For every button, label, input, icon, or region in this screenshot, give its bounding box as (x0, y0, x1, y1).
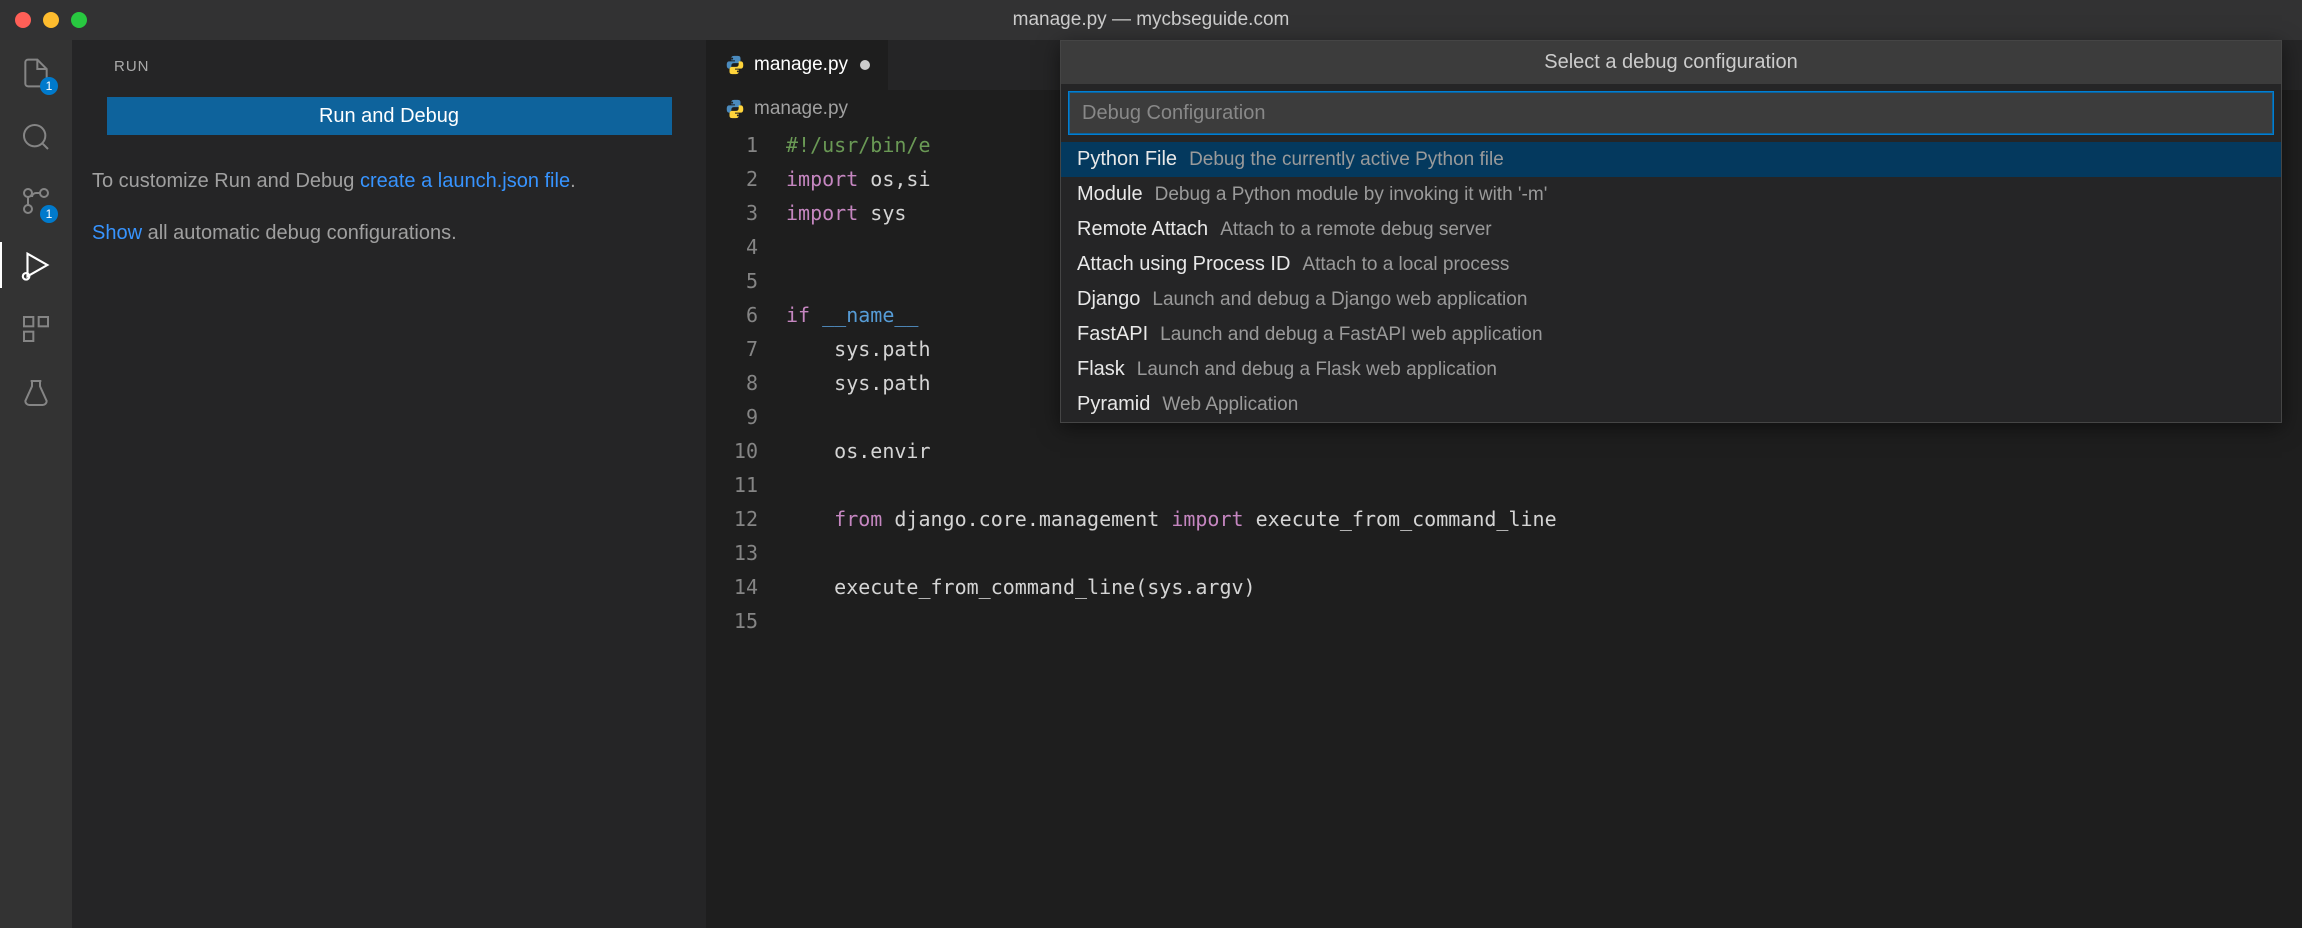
customize-suffix: . (570, 170, 576, 192)
quickpick-item-label: Attach using Process ID (1077, 253, 1290, 276)
quickpick-item-label: Module (1077, 183, 1143, 206)
quickpick-item-label: Pyramid (1077, 393, 1150, 416)
debug-config-picker: Select a debug configuration Python File… (1060, 40, 2282, 423)
window-controls (15, 12, 87, 28)
quickpick-item-desc: Debug the currently active Python file (1189, 149, 1504, 171)
explorer-icon[interactable]: 1 (18, 55, 54, 91)
extensions-icon[interactable] (18, 311, 54, 347)
tab-label: manage.py (754, 54, 848, 76)
show-suffix: all automatic debug configurations. (142, 222, 457, 244)
quickpick-item-desc: Launch and debug a Django web applicatio… (1152, 289, 1527, 311)
quickpick-item-desc: Attach to a local process (1302, 254, 1509, 276)
run-sidebar: RUN Run and Debug To customize Run and D… (72, 40, 706, 928)
explorer-badge: 1 (40, 77, 58, 95)
customize-hint: To customize Run and Debug create a laun… (92, 165, 686, 197)
window-title: manage.py — mycbseguide.com (1013, 9, 1290, 31)
quickpick-list: Python File Debug the currently active Py… (1061, 142, 2281, 422)
quickpick-item[interactable]: Remote Attach Attach to a remote debug se… (1061, 212, 2281, 247)
show-hint: Show all automatic debug configurations. (92, 217, 686, 249)
quickpick-item-label: Remote Attach (1077, 218, 1208, 241)
run-and-debug-button[interactable]: Run and Debug (107, 97, 672, 135)
scm-badge: 1 (40, 205, 58, 223)
search-icon[interactable] (18, 119, 54, 155)
quickpick-item-label: FastAPI (1077, 323, 1148, 346)
quickpick-item[interactable]: FastAPI Launch and debug a FastAPI web ap… (1061, 317, 2281, 352)
quickpick-title: Select a debug configuration (1061, 41, 2281, 84)
quickpick-item[interactable]: Django Launch and debug a Django web appl… (1061, 282, 2281, 317)
quickpick-item[interactable]: Flask Launch and debug a Flask web applic… (1061, 352, 2281, 387)
quickpick-item-desc: Launch and debug a Flask web application (1137, 359, 1497, 381)
customize-prefix: To customize Run and Debug (92, 170, 360, 192)
quickpick-item-desc: Launch and debug a FastAPI web applicati… (1160, 324, 1542, 346)
sidebar-title: RUN (92, 58, 686, 75)
tab-manage-py[interactable]: manage.py (706, 40, 888, 90)
quickpick-item[interactable]: Attach using Process ID Attach to a local… (1061, 247, 2281, 282)
title-bar: manage.py — mycbseguide.com (0, 0, 2302, 40)
quickpick-item-label: Django (1077, 288, 1140, 311)
testing-icon[interactable] (18, 375, 54, 411)
line-numbers: 123456789101112131415 (706, 128, 786, 638)
quickpick-item[interactable]: Module Debug a Python module by invoking … (1061, 177, 2281, 212)
source-control-icon[interactable]: 1 (18, 183, 54, 219)
quickpick-input[interactable] (1069, 92, 2273, 134)
quickpick-item[interactable]: Python File Debug the currently active Py… (1061, 142, 2281, 177)
quickpick-item-label: Flask (1077, 358, 1125, 381)
python-icon (724, 98, 746, 120)
show-link[interactable]: Show (92, 222, 142, 244)
breadcrumb-file: manage.py (754, 98, 848, 120)
quickpick-item-desc: Web Application (1162, 394, 1298, 416)
quickpick-item-desc: Debug a Python module by invoking it wit… (1155, 184, 1548, 206)
close-window-icon[interactable] (15, 12, 31, 28)
activity-bar: 1 1 (0, 40, 72, 928)
dirty-indicator-icon (860, 60, 870, 70)
quickpick-item[interactable]: Pyramid Web Application (1061, 387, 2281, 422)
python-icon (724, 54, 746, 76)
quickpick-item-desc: Attach to a remote debug server (1220, 219, 1491, 241)
quickpick-item-label: Python File (1077, 148, 1177, 171)
maximize-window-icon[interactable] (71, 12, 87, 28)
create-launch-json-link[interactable]: create a launch.json file (360, 170, 570, 192)
run-debug-icon[interactable] (18, 247, 54, 283)
minimize-window-icon[interactable] (43, 12, 59, 28)
